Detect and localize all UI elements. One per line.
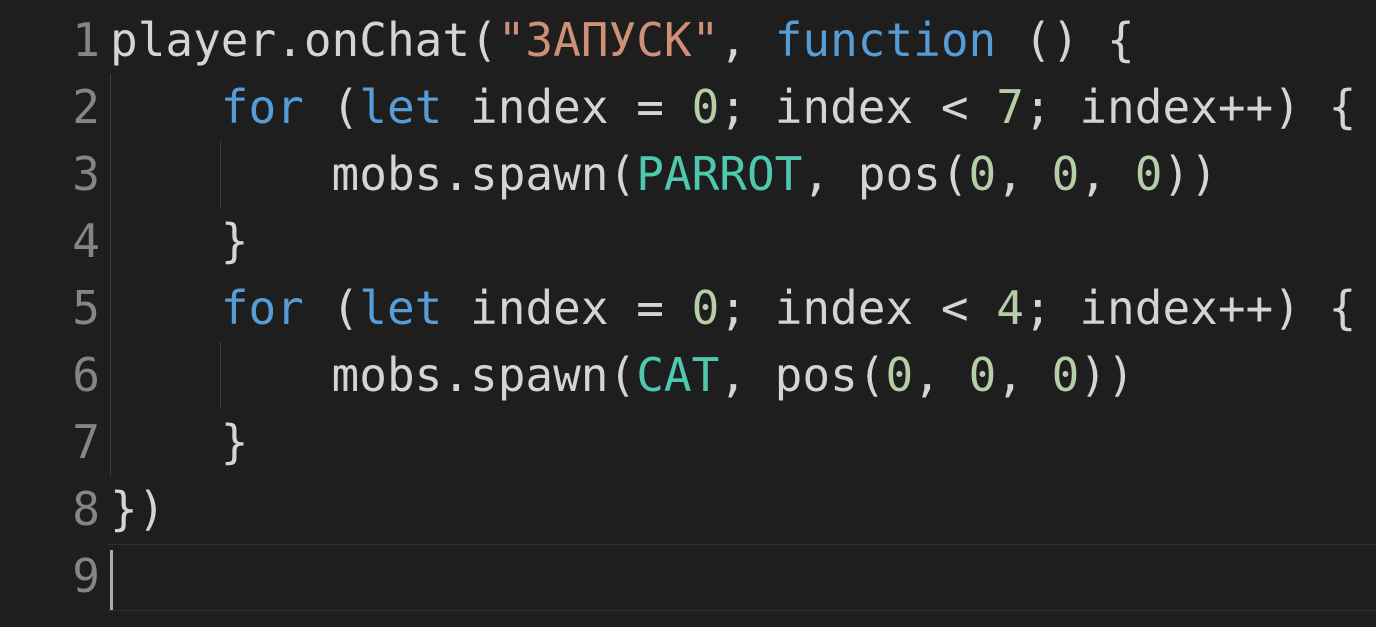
code-token: ; index <	[719, 80, 997, 134]
code-line[interactable]: 1 player.onChat("ЗАПУСК", function () {	[0, 7, 1376, 74]
code-token: ; index++) {	[1023, 80, 1357, 134]
code-token: 0	[1134, 147, 1163, 201]
code-line[interactable]: 2 for (let index = 0; index < 7; index++…	[0, 74, 1376, 141]
code-token: let	[359, 80, 443, 134]
line-code[interactable]: for (let index = 0; index < 7; index++) …	[110, 74, 1357, 141]
code-token: (	[303, 281, 360, 335]
code-token: PARROT	[636, 147, 803, 201]
code-line[interactable]: 6 mobs.spawn(CAT, pos(0, 0, 0))	[0, 342, 1376, 409]
code-token: 7	[996, 80, 1024, 134]
code-token: for	[220, 80, 304, 134]
line-code[interactable]: mobs.spawn(CAT, pos(0, 0, 0))	[110, 342, 1135, 409]
code-line[interactable]: 7 }	[0, 409, 1376, 476]
code-token: 0	[1051, 348, 1080, 402]
line-number: 5	[72, 281, 100, 335]
line-number: 7	[72, 415, 100, 469]
code-token: 0	[885, 348, 914, 402]
code-editor[interactable]: 1 player.onChat("ЗАПУСК", function () { …	[0, 0, 1376, 627]
code-token: 0	[968, 147, 997, 201]
text-cursor	[110, 550, 113, 610]
code-token: CAT	[636, 348, 720, 402]
code-token: ; index <	[719, 281, 997, 335]
line-code[interactable]: }	[110, 208, 249, 275]
code-line[interactable]: 8 })	[0, 476, 1376, 543]
code-token: 0	[968, 348, 997, 402]
line-number: 1	[72, 13, 100, 67]
code-token: index =	[442, 281, 692, 335]
code-token: 0	[691, 281, 720, 335]
line-code[interactable]: for (let index = 0; index < 4; index++) …	[110, 275, 1357, 342]
line-code[interactable]: mobs.spawn(PARROT, pos(0, 0, 0))	[110, 141, 1218, 208]
line-number: 4	[72, 214, 100, 268]
code-line[interactable]: 4 }	[0, 208, 1376, 275]
code-token: ,	[719, 13, 775, 67]
code-line[interactable]: 5 for (let index = 0; index < 4; index++…	[0, 275, 1376, 342]
code-token: }	[110, 214, 249, 268]
line-number: 2	[72, 80, 100, 134]
line-code[interactable]: })	[110, 476, 165, 543]
code-token: }	[110, 415, 249, 469]
code-line[interactable]: 3 mobs.spawn(PARROT, pos(0, 0, 0))	[0, 141, 1376, 208]
code-token: ,	[996, 147, 1052, 201]
code-token: ,	[913, 348, 969, 402]
code-line[interactable]: 9	[0, 543, 1376, 610]
code-token: "ЗАПУСК"	[497, 13, 720, 67]
code-token: function	[774, 13, 997, 67]
code-token: })	[110, 482, 166, 536]
line-number: 8	[72, 482, 100, 536]
code-token: ,	[996, 348, 1052, 402]
code-token: ))	[1079, 348, 1135, 402]
code-token: ))	[1162, 147, 1218, 201]
line-code[interactable]: }	[110, 409, 249, 476]
code-token: player.onChat(	[110, 13, 498, 67]
code-token: 4	[996, 281, 1024, 335]
code-token: () {	[996, 13, 1135, 67]
code-token: index =	[442, 80, 692, 134]
line-number: 9	[72, 549, 100, 603]
code-token: 0	[1051, 147, 1080, 201]
line-code[interactable]: player.onChat("ЗАПУСК", function () {	[110, 7, 1135, 74]
code-token: mobs.spawn(	[110, 147, 637, 201]
code-token: 0	[691, 80, 720, 134]
code-token: mobs.spawn(	[110, 348, 637, 402]
code-token: (	[303, 80, 360, 134]
line-number: 6	[72, 348, 100, 402]
code-token: ,	[1079, 147, 1135, 201]
code-token: let	[359, 281, 443, 335]
code-token: ; index++) {	[1023, 281, 1357, 335]
code-token: , pos(	[719, 348, 886, 402]
line-number: 3	[72, 147, 100, 201]
code-token: , pos(	[802, 147, 969, 201]
code-token: for	[220, 281, 304, 335]
